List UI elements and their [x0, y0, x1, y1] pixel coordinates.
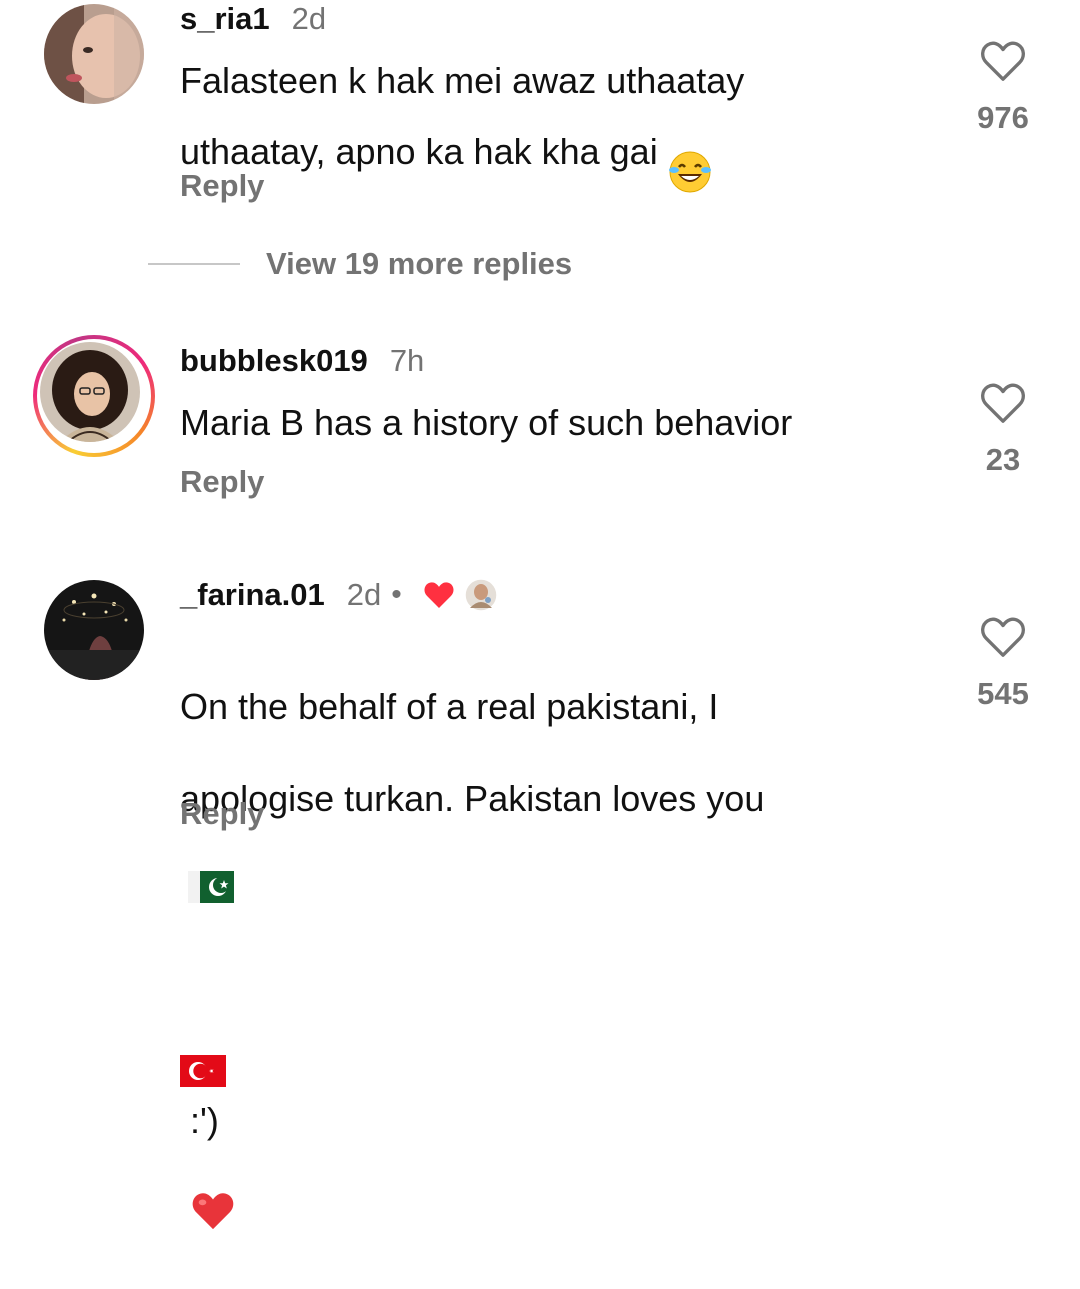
liked-by-author-heart-icon	[422, 580, 456, 610]
comment-username[interactable]: s_ria1	[180, 1, 270, 37]
story-ring	[33, 335, 155, 457]
heart-outline-icon[interactable]	[960, 616, 1046, 658]
comment-text-line: On the behalf of a real pakistani, I	[180, 686, 719, 727]
comment-text-content: Falasteen k hak mei awaz uthaatay uthaat…	[180, 60, 745, 173]
reply-button[interactable]: Reply	[180, 464, 264, 500]
like-control: 23	[960, 382, 1046, 478]
like-count: 545	[977, 676, 1029, 711]
separator-dot: •	[391, 578, 402, 611]
comment-text-line: :')	[180, 960, 900, 1243]
divider-line	[148, 263, 240, 265]
comment-text: Falasteen k hak mei awaz uthaatay uthaat…	[180, 58, 900, 205]
avatar[interactable]	[44, 580, 144, 680]
view-more-replies[interactable]: View 19 more replies	[148, 246, 572, 282]
comment-text-fragment: apologise turkan. Pakistan loves you	[180, 778, 765, 819]
comment-text: Maria B has a history of such behavior	[180, 402, 793, 443]
avatar[interactable]	[44, 4, 144, 104]
heart-outline-icon[interactable]	[960, 40, 1046, 82]
turkey-flag-icon	[180, 1006, 226, 1098]
author-avatar-icon	[464, 578, 498, 612]
red-heart-emoji-icon	[190, 1144, 236, 1243]
like-control: 976	[960, 40, 1046, 136]
view-more-replies-label[interactable]: View 19 more replies	[266, 246, 572, 282]
reply-button[interactable]: Reply	[180, 796, 264, 832]
comment-text: On the behalf of a real pakistani, I apo…	[180, 638, 900, 1289]
comment-text-fragment: :')	[190, 1100, 219, 1141]
laughing-tears-emoji-icon	[668, 104, 712, 205]
comment-timestamp: 2d	[346, 577, 382, 612]
reply-button[interactable]: Reply	[180, 168, 264, 204]
comment-text-line: apologise turkan. Pakistan loves you	[180, 776, 900, 914]
comment-username[interactable]: bubblesk019	[180, 343, 368, 379]
like-control: 545	[960, 616, 1046, 712]
comment-timestamp: 2d	[291, 1, 327, 36]
like-count: 976	[977, 100, 1029, 135]
heart-outline-icon[interactable]	[960, 382, 1046, 424]
like-count: 23	[985, 442, 1021, 477]
comment-username[interactable]: _farina.01	[180, 577, 325, 613]
pakistan-flag-icon	[188, 822, 234, 914]
comment-timestamp: 7h	[389, 343, 425, 378]
avatar[interactable]	[33, 335, 155, 457]
